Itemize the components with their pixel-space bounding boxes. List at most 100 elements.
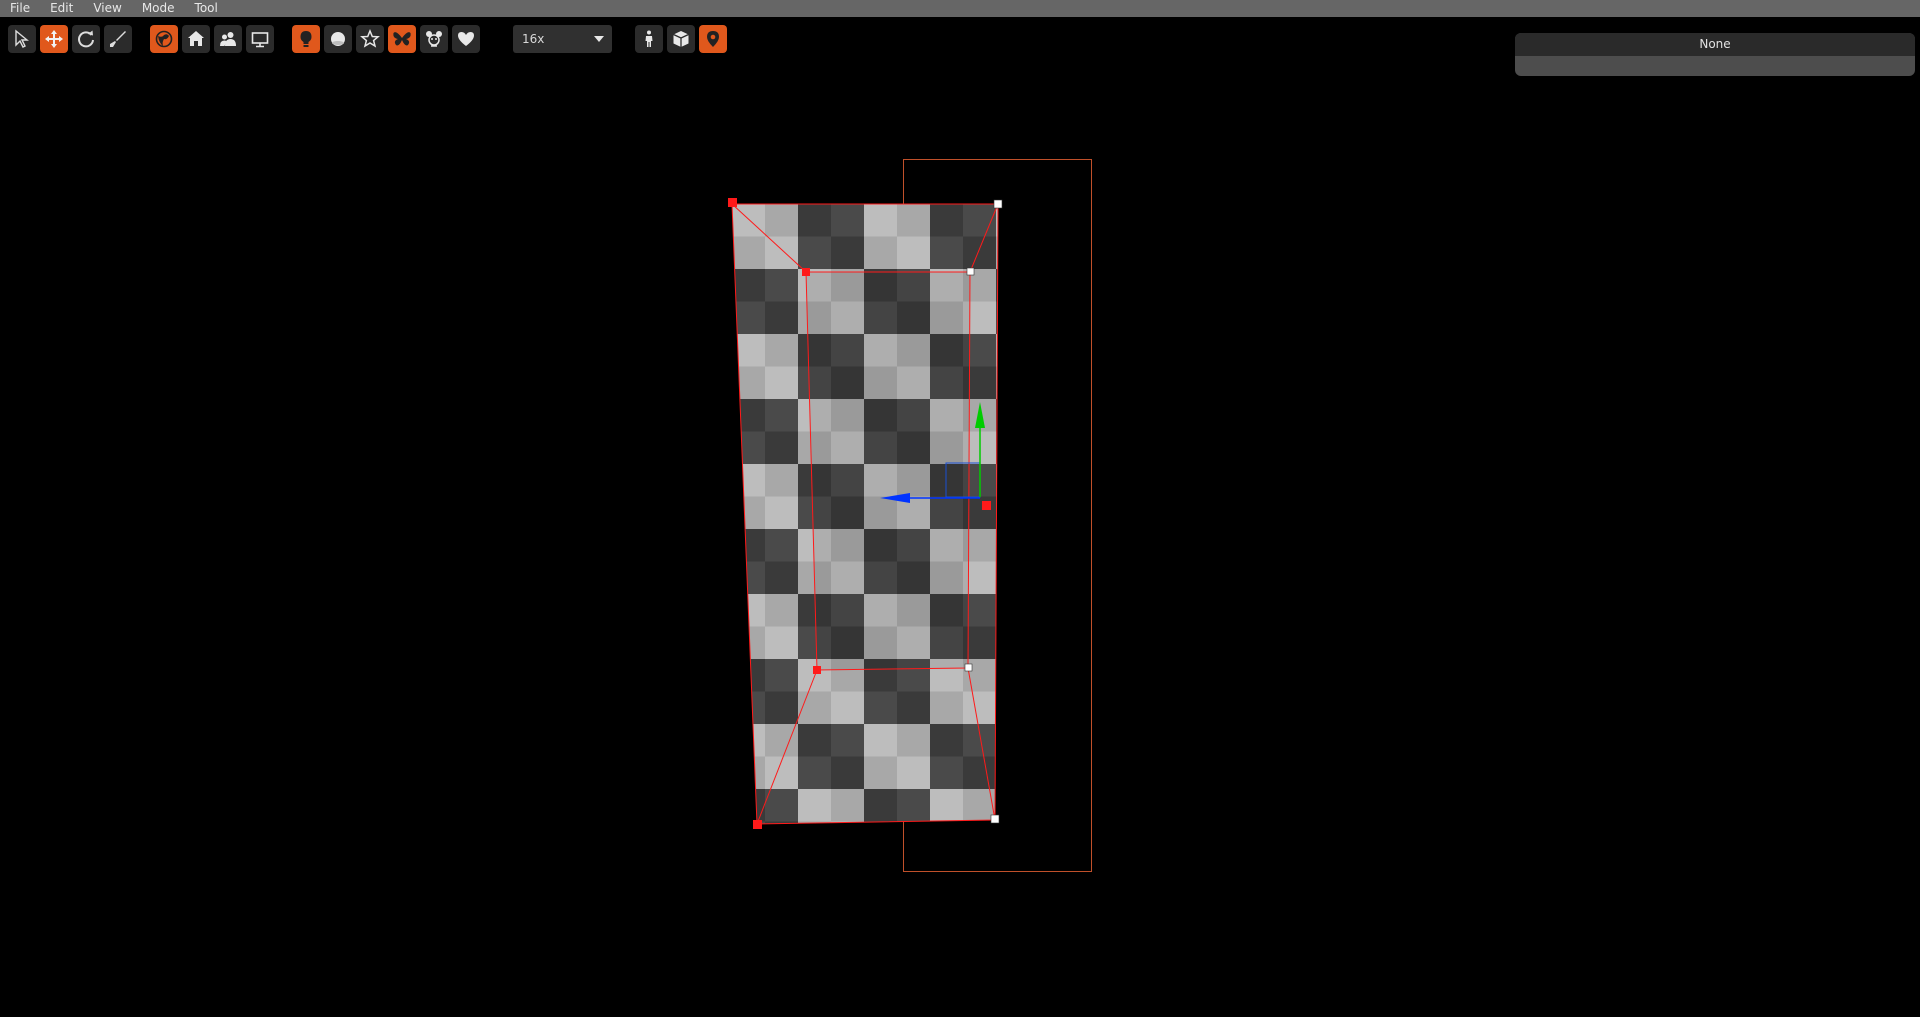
zoom-dropdown[interactable]: 16x bbox=[513, 25, 612, 53]
checker-tile bbox=[831, 724, 865, 757]
checker-tile bbox=[864, 204, 898, 237]
rotate-tool-icon bbox=[78, 30, 94, 48]
butterfly-button[interactable] bbox=[388, 25, 416, 53]
checker-tile bbox=[930, 821, 964, 824]
brush-tool-button[interactable] bbox=[104, 25, 132, 53]
checker-tile bbox=[963, 236, 997, 270]
checker-tile bbox=[930, 756, 964, 790]
checker-tile bbox=[765, 659, 799, 692]
home-button[interactable] bbox=[182, 25, 210, 53]
map-pin-icon bbox=[707, 31, 719, 47]
globe-icon bbox=[155, 30, 173, 48]
display-button[interactable] bbox=[246, 25, 274, 53]
checker-tile bbox=[765, 691, 799, 725]
rotate-tool-button[interactable] bbox=[72, 25, 100, 53]
box-button[interactable] bbox=[667, 25, 695, 53]
move-tool-button[interactable] bbox=[40, 25, 68, 53]
menu-tool[interactable]: Tool bbox=[185, 0, 228, 17]
menu-mode[interactable]: Mode bbox=[132, 0, 185, 17]
panel-title[interactable]: None bbox=[1515, 33, 1915, 56]
checker-tile bbox=[963, 724, 997, 757]
character-button[interactable] bbox=[420, 25, 448, 53]
checker-tile bbox=[732, 724, 766, 757]
checker-tile bbox=[864, 724, 898, 757]
globe-button[interactable] bbox=[150, 25, 178, 53]
checker-tile bbox=[765, 464, 799, 497]
checker-tile bbox=[996, 366, 998, 400]
checker-tile bbox=[864, 236, 898, 270]
checker-tile bbox=[996, 756, 998, 790]
person-icon bbox=[645, 30, 653, 47]
map-pin-button[interactable] bbox=[699, 25, 727, 53]
checker-tile bbox=[963, 691, 997, 725]
checker-tile bbox=[765, 529, 799, 562]
menu-edit[interactable]: Edit bbox=[40, 0, 83, 17]
checker-tile bbox=[930, 789, 964, 822]
checker-tile bbox=[996, 496, 998, 530]
person-button[interactable] bbox=[635, 25, 663, 53]
checker-tile bbox=[996, 236, 998, 270]
star-icon bbox=[360, 29, 380, 48]
chevron-down-icon bbox=[594, 36, 604, 42]
checker-tile bbox=[831, 821, 865, 824]
heart-button[interactable] bbox=[452, 25, 480, 53]
brush-tool-icon bbox=[110, 31, 126, 47]
checker-tile bbox=[732, 789, 766, 822]
menu-view[interactable]: View bbox=[83, 0, 131, 17]
checker-tile bbox=[765, 496, 799, 530]
display-icon bbox=[251, 32, 269, 48]
checker-tile bbox=[897, 691, 931, 725]
zoom-value: 16x bbox=[522, 32, 545, 46]
checker-tile bbox=[831, 789, 865, 822]
menu-bar: File Edit View Mode Tool bbox=[0, 0, 1920, 17]
checker-tile bbox=[831, 756, 865, 790]
star-button[interactable] bbox=[356, 25, 384, 53]
butterfly-icon bbox=[393, 32, 411, 46]
viewport-3d[interactable] bbox=[0, 57, 1920, 1017]
checker-tile bbox=[996, 431, 998, 465]
checker-tile bbox=[831, 691, 865, 725]
checker-tile bbox=[732, 431, 766, 465]
menu-file[interactable]: File bbox=[0, 0, 40, 17]
users-button[interactable] bbox=[214, 25, 242, 53]
character-icon bbox=[426, 31, 442, 47]
checker-tile bbox=[897, 236, 931, 270]
checker-tile bbox=[732, 236, 766, 270]
checker-tile bbox=[930, 204, 964, 237]
users-icon bbox=[220, 32, 236, 46]
checker-tile bbox=[996, 464, 998, 497]
checker-tile bbox=[996, 204, 998, 237]
checker-tile bbox=[732, 366, 766, 400]
checker-tile bbox=[798, 756, 832, 790]
home-icon bbox=[188, 31, 204, 46]
checker-tile bbox=[864, 691, 898, 725]
select-tool-button[interactable] bbox=[8, 25, 36, 53]
checker-tile bbox=[765, 334, 799, 367]
checker-tile bbox=[798, 724, 832, 757]
checker-tile bbox=[732, 399, 766, 432]
checker-tile bbox=[732, 496, 766, 530]
checker-tile bbox=[996, 269, 998, 302]
checker-tile bbox=[765, 301, 799, 335]
checker-tile bbox=[831, 236, 865, 270]
checker-tile bbox=[996, 399, 998, 432]
checker-tile bbox=[963, 821, 997, 824]
checker-tile bbox=[765, 204, 799, 237]
checker-tile bbox=[798, 789, 832, 822]
checker-tile bbox=[996, 789, 998, 822]
checker-tile bbox=[732, 659, 766, 692]
checker-tile bbox=[930, 691, 964, 725]
checker-tile bbox=[996, 334, 998, 367]
sphere-button[interactable] bbox=[324, 25, 352, 53]
checker-tile bbox=[765, 269, 799, 302]
checker-tile bbox=[996, 724, 998, 757]
checker-tile bbox=[897, 821, 931, 824]
checker-tile bbox=[996, 691, 998, 725]
select-tool-icon bbox=[15, 29, 29, 48]
checker-tile bbox=[798, 236, 832, 270]
checker-tile bbox=[864, 789, 898, 822]
checker-tile bbox=[996, 301, 998, 335]
checker-tile bbox=[897, 724, 931, 757]
inner-face bbox=[806, 272, 970, 670]
light-button[interactable] bbox=[292, 25, 320, 53]
